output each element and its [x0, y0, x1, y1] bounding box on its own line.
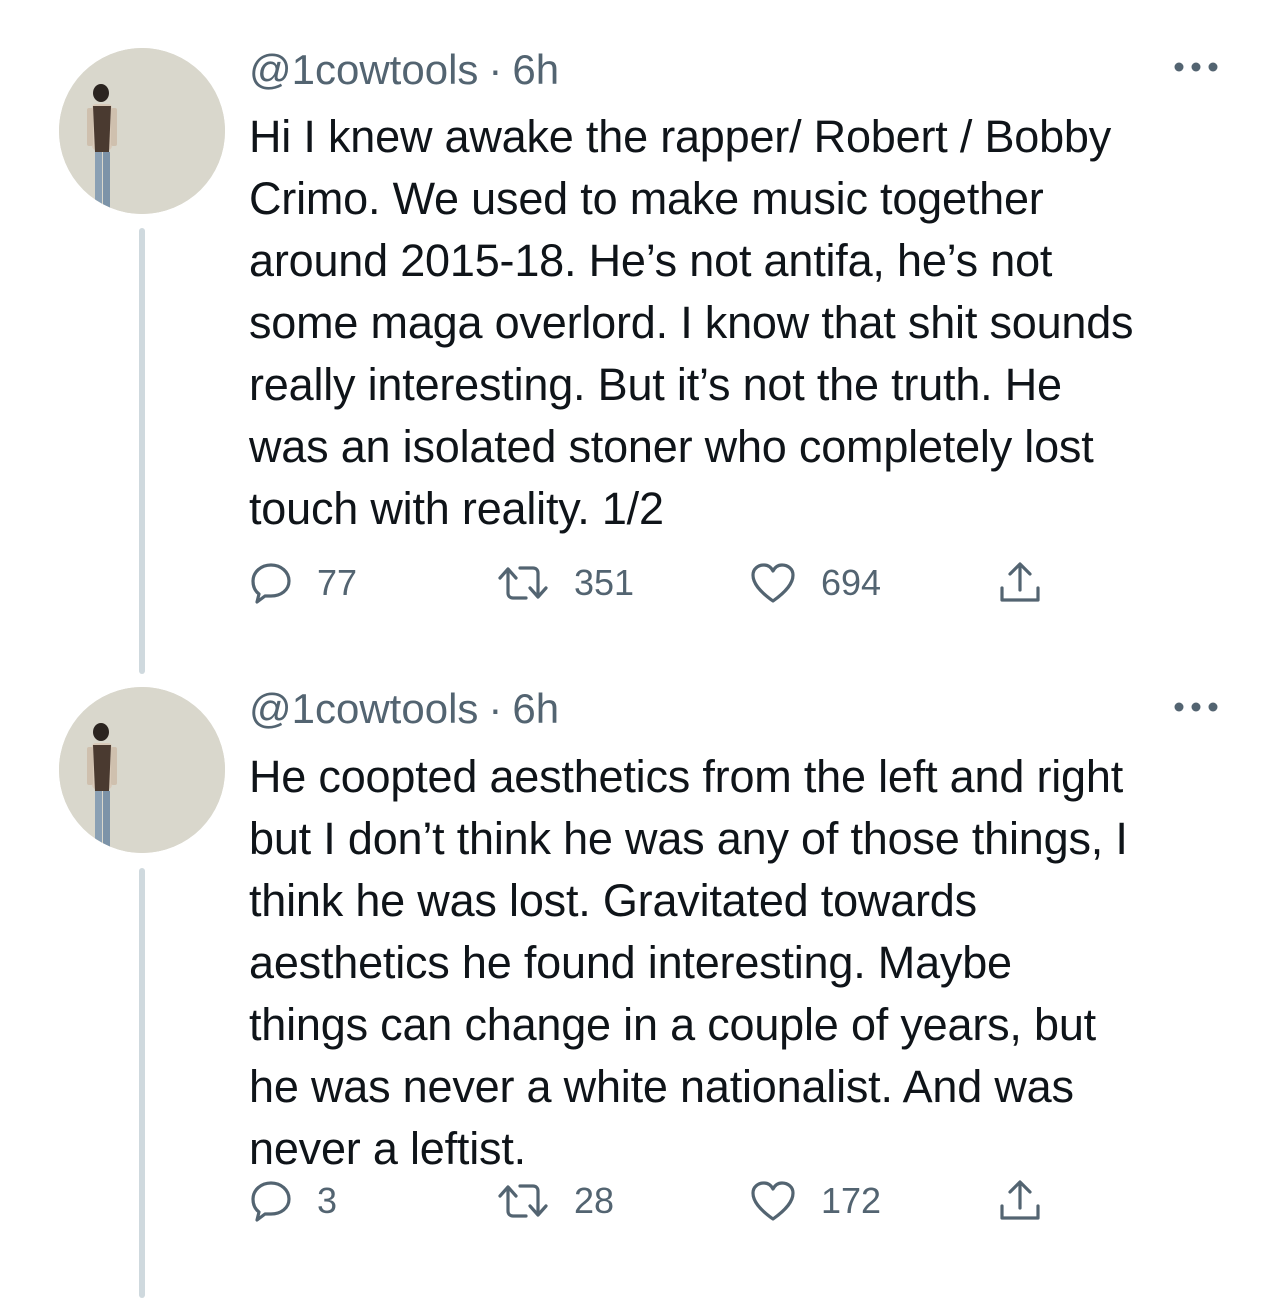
reply-button[interactable]: 3 [249, 1168, 337, 1234]
user-handle[interactable]: @1cowtools [249, 685, 478, 732]
action-bar: 3 28 172 [249, 1168, 1149, 1234]
tweet-header: @1cowtools · 6h [249, 46, 559, 94]
avatar[interactable] [59, 48, 225, 214]
reply-button[interactable]: 77 [249, 550, 357, 616]
timestamp[interactable]: 6h [512, 46, 559, 93]
reply-icon [251, 1181, 291, 1222]
like-button[interactable]: 694 [749, 550, 881, 616]
user-handle[interactable]: @1cowtools [249, 46, 478, 93]
reply-icon [251, 563, 291, 604]
separator-dot: · [488, 685, 503, 732]
retweet-count: 28 [574, 1180, 615, 1221]
share-button[interactable] [997, 550, 1043, 616]
share-icon [1000, 1180, 1040, 1220]
timestamp[interactable]: 6h [512, 685, 559, 732]
tweet-header: @1cowtools · 6h [249, 685, 559, 733]
thread-line [139, 868, 145, 1298]
more-icon[interactable] [1171, 697, 1221, 717]
retweet-icon [498, 1184, 548, 1218]
thread-line [139, 228, 145, 674]
share-button[interactable] [997, 1168, 1043, 1234]
more-icon[interactable] [1171, 57, 1221, 77]
share-icon [1000, 562, 1040, 602]
like-button[interactable]: 172 [749, 1168, 881, 1234]
action-bar: 77 351 694 [249, 550, 1149, 616]
reply-count: 3 [317, 1180, 338, 1221]
tweet-text: Hi I knew awake the rapper/ Robert / Bob… [249, 111, 1134, 534]
reply-count: 77 [317, 562, 358, 603]
heart-icon [751, 563, 795, 603]
tweet[interactable]: @1cowtools · 6h Hi I knew awake the rapper… [0, 0, 1283, 674]
heart-icon [751, 1181, 795, 1221]
tweet[interactable]: @1cowtools · 6h He coopted aesthetics from… [0, 640, 1283, 1298]
retweet-count: 351 [574, 562, 635, 603]
tweet-text: He coopted aesthetics from the left and … [249, 751, 1128, 1174]
like-count: 694 [821, 562, 882, 603]
like-count: 172 [821, 1180, 882, 1221]
retweet-icon [498, 566, 548, 600]
retweet-button[interactable]: 351 [496, 550, 634, 616]
retweet-button[interactable]: 28 [496, 1168, 614, 1234]
separator-dot: · [488, 46, 503, 93]
avatar[interactable] [59, 687, 225, 853]
